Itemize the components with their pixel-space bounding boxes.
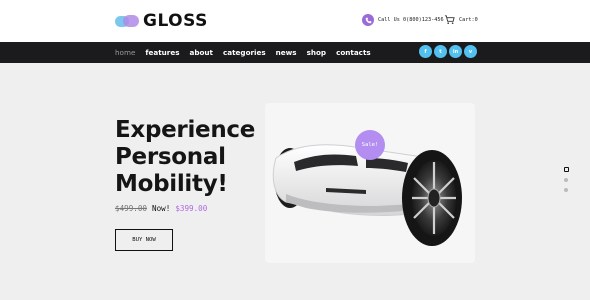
call-us[interactable]: Call Us 0(800)123-456 bbox=[362, 14, 444, 26]
headline-line: Personal bbox=[115, 144, 226, 170]
headline-line: Experience bbox=[115, 117, 256, 143]
old-price: $499.00 bbox=[115, 204, 148, 213]
cart-icon bbox=[444, 14, 455, 25]
nav-contacts[interactable]: contacts bbox=[336, 48, 371, 57]
vimeo-icon[interactable]: v bbox=[464, 45, 477, 58]
site-header: GLOSS Call Us 0(800)123-456 Cart:0 bbox=[0, 0, 590, 42]
price-line: $499.00 Now! $399.00 bbox=[115, 204, 207, 213]
cart-link[interactable]: Cart:0 bbox=[444, 14, 478, 25]
headline-line: Mobility! bbox=[115, 171, 228, 197]
phone-icon bbox=[362, 14, 374, 26]
cart-label: Cart:0 bbox=[459, 16, 478, 23]
brand-name: GLOSS bbox=[143, 11, 208, 31]
nav-news[interactable]: news bbox=[276, 48, 297, 57]
facebook-icon[interactable]: f bbox=[419, 45, 432, 58]
nav-home[interactable]: home bbox=[115, 48, 135, 57]
linkedin-icon[interactable]: in bbox=[449, 45, 462, 58]
main-nav: home features about categories news shop… bbox=[0, 42, 590, 63]
nav-shop[interactable]: shop bbox=[307, 48, 326, 57]
nav-features[interactable]: features bbox=[145, 48, 179, 57]
buy-now-button[interactable]: BUY NOW bbox=[115, 229, 173, 251]
twitter-icon[interactable]: t bbox=[434, 45, 447, 58]
sale-badge: Sale! bbox=[355, 130, 385, 160]
slide-dot-1[interactable] bbox=[563, 167, 569, 172]
new-price: $399.00 bbox=[175, 204, 208, 213]
slide-dot-3[interactable] bbox=[564, 188, 568, 192]
hero-slider: Experience Personal Mobility! $499.00 No… bbox=[0, 63, 590, 300]
social-links: f t in v bbox=[419, 45, 479, 58]
now-label: Now! bbox=[152, 204, 171, 213]
brand-logo[interactable]: GLOSS bbox=[115, 11, 208, 31]
slider-pagination bbox=[563, 167, 569, 198]
nav-about[interactable]: about bbox=[190, 48, 214, 57]
slide-dot-2[interactable] bbox=[564, 178, 568, 182]
hero-headline: Experience Personal Mobility! bbox=[115, 117, 275, 198]
nav-categories[interactable]: categories bbox=[223, 48, 266, 57]
cloud-logo-icon bbox=[115, 13, 139, 29]
nav-links: home features about categories news shop… bbox=[115, 42, 381, 63]
call-us-label: Call Us 0(800)123-456 bbox=[378, 17, 444, 23]
